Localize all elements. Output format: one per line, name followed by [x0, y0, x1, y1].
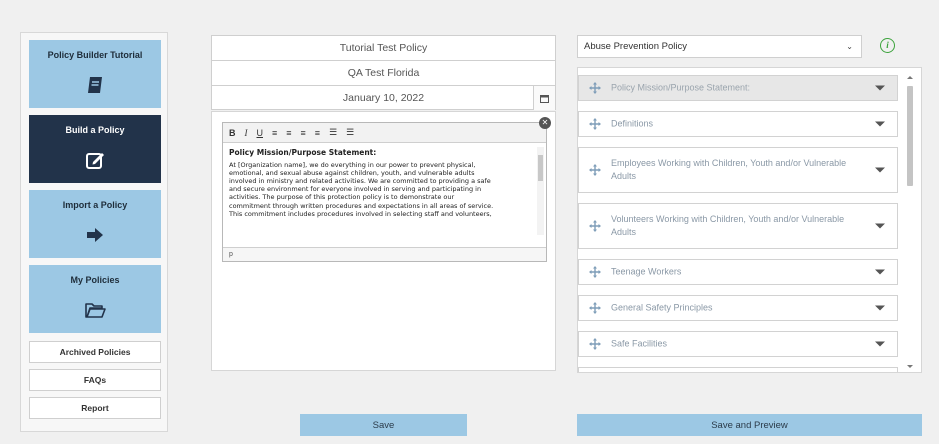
- date-field[interactable]: January 10, 2022: [211, 85, 556, 110]
- editor-line: emotional, and sexual abuse against chil…: [229, 169, 475, 178]
- archived-policies-button[interactable]: Archived Policies: [29, 341, 161, 363]
- save-button[interactable]: Save: [300, 414, 467, 436]
- section-item[interactable]: Definitions: [578, 111, 898, 137]
- sidebar-tile-my-policies[interactable]: My Policies: [29, 265, 161, 333]
- italic-button[interactable]: I: [245, 128, 248, 138]
- sections-panel: Policy Mission/Purpose Statement: Definit…: [577, 67, 922, 373]
- editor-scrollbar[interactable]: [537, 147, 544, 235]
- move-icon[interactable]: [589, 118, 601, 130]
- editor-toolbar: B I U ≡ ≡ ≡ ≡ ☰ ☰: [223, 123, 546, 143]
- section-item[interactable]: Check-in/Check-out/Registration Process: [578, 367, 898, 372]
- sidebar-tile-label: Policy Builder Tutorial: [47, 50, 143, 60]
- report-button[interactable]: Report: [29, 397, 161, 419]
- align-center-icon[interactable]: ≡: [286, 128, 291, 138]
- section-label: Employees Working with Children, Youth a…: [611, 158, 847, 181]
- bold-button[interactable]: B: [229, 128, 236, 138]
- sidebar-tile-tutorial[interactable]: Policy Builder Tutorial: [29, 40, 161, 108]
- sidebar-tile-build[interactable]: Build a Policy: [29, 115, 161, 183]
- move-icon[interactable]: [589, 220, 601, 232]
- sidebar-tile-label: Build a Policy: [65, 125, 125, 135]
- align-justify-icon[interactable]: ≡: [315, 128, 320, 138]
- editor-line: involved in ministry and related activit…: [229, 177, 491, 186]
- section-label: Policy Mission/Purpose Statement:: [611, 82, 751, 93]
- editor-content[interactable]: Policy Mission/Purpose Statement: At [Or…: [229, 149, 534, 237]
- calendar-icon[interactable]: [533, 86, 555, 110]
- editor-heading: Policy Mission/Purpose Statement:: [229, 149, 377, 157]
- editor-line: commitment through written procedures an…: [229, 201, 494, 210]
- sidebar: Policy Builder Tutorial Build a Policy I…: [20, 32, 168, 432]
- policy-title-field[interactable]: Tutorial Test Policy: [211, 35, 556, 60]
- folder-icon: [85, 303, 106, 318]
- section-item[interactable]: General Safety Principles: [578, 295, 898, 321]
- align-left-icon[interactable]: ≡: [272, 128, 277, 138]
- section-item[interactable]: Teenage Workers: [578, 259, 898, 285]
- save-and-preview-button[interactable]: Save and Preview: [577, 414, 922, 436]
- section-label: Teenage Workers: [611, 266, 682, 277]
- move-icon[interactable]: [589, 302, 601, 314]
- move-icon[interactable]: [589, 266, 601, 278]
- section-item[interactable]: Policy Mission/Purpose Statement:: [578, 75, 898, 101]
- faqs-button[interactable]: FAQs: [29, 369, 161, 391]
- section-item[interactable]: Volunteers Working with Children, Youth …: [578, 203, 898, 249]
- bullet-list-icon[interactable]: ☰: [329, 127, 337, 138]
- section-label: Definitions: [611, 118, 654, 129]
- policy-template-value: Abuse Prevention Policy: [584, 41, 687, 52]
- import-icon: [87, 228, 103, 242]
- organization-value: QA Test Florida: [347, 67, 420, 79]
- editor-line: and secure environment for everyone invo…: [229, 185, 482, 194]
- editor-line: This commitment includes procedures invo…: [229, 209, 492, 218]
- sidebar-tile-import[interactable]: Import a Policy: [29, 190, 161, 258]
- sections-scrollbar[interactable]: [905, 76, 915, 368]
- policy-details: Tutorial Test Policy QA Test Florida Jan…: [211, 35, 556, 110]
- section-item[interactable]: Employees Working with Children, Youth a…: [578, 147, 898, 193]
- section-label: Safe Facilities: [611, 338, 668, 349]
- policy-template-select[interactable]: Abuse Prevention Policy ⌄: [577, 35, 862, 58]
- caret-down-icon[interactable]: [875, 269, 885, 275]
- caret-down-icon[interactable]: [875, 223, 885, 229]
- section-item[interactable]: Safe Facilities: [578, 331, 898, 357]
- move-icon[interactable]: [589, 164, 601, 176]
- align-right-icon[interactable]: ≡: [301, 128, 306, 138]
- editor-element-path: p: [223, 247, 546, 261]
- caret-down-icon[interactable]: [875, 85, 885, 91]
- book-icon: [88, 77, 102, 93]
- editor-line: At [Organization name], we do everything…: [229, 161, 476, 170]
- section-label: General Safety Principles: [611, 302, 713, 313]
- chevron-down-icon: ⌄: [846, 42, 853, 51]
- caret-down-icon[interactable]: [875, 167, 885, 173]
- info-icon[interactable]: i: [880, 38, 895, 53]
- editor-panel: B I U ≡ ≡ ≡ ≡ ☰ ☰ Policy Mission/Purpose…: [211, 111, 556, 371]
- edit-icon: [86, 153, 104, 169]
- policy-title-value: Tutorial Test Policy: [339, 42, 428, 54]
- close-icon[interactable]: ✕: [539, 117, 551, 129]
- sidebar-tile-label: Import a Policy: [62, 200, 128, 210]
- rich-text-editor[interactable]: B I U ≡ ≡ ≡ ≡ ☰ ☰ Policy Mission/Purpose…: [222, 122, 547, 262]
- editor-line: activities. The purpose of this protecti…: [229, 193, 455, 202]
- caret-down-icon[interactable]: [875, 121, 885, 127]
- sidebar-tile-label: My Policies: [70, 275, 120, 285]
- date-value: January 10, 2022: [342, 91, 425, 104]
- organization-field[interactable]: QA Test Florida: [211, 60, 556, 85]
- section-label: Volunteers Working with Children, Youth …: [611, 214, 845, 237]
- caret-down-icon[interactable]: [875, 341, 885, 347]
- numbered-list-icon[interactable]: ☰: [346, 127, 354, 138]
- caret-down-icon[interactable]: [875, 305, 885, 311]
- move-icon[interactable]: [589, 338, 601, 350]
- move-icon[interactable]: [589, 82, 601, 94]
- underline-button[interactable]: U: [257, 128, 264, 138]
